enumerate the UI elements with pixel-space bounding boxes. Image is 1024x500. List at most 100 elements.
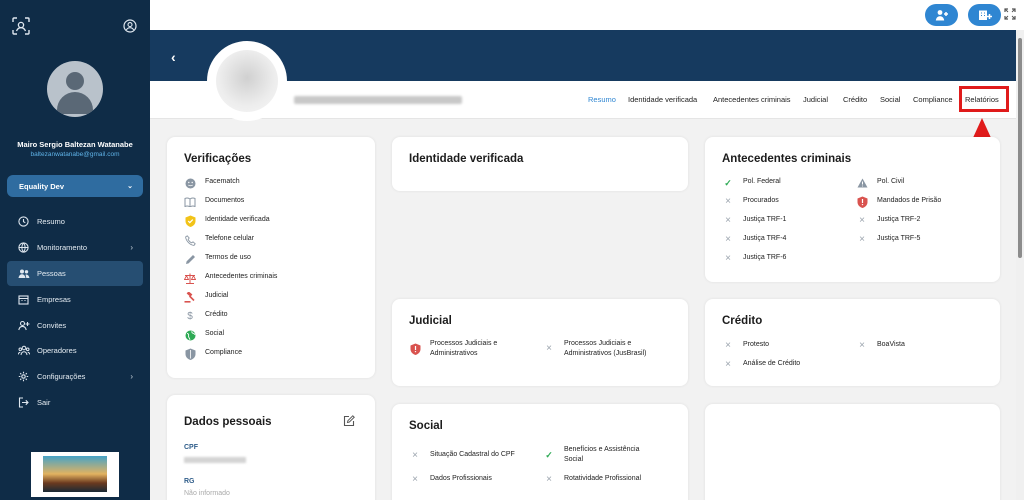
item-label: Pol. Civil: [877, 178, 905, 185]
account-icon[interactable]: [123, 19, 137, 33]
identidade-verificada-card: Identidade verificada: [392, 137, 688, 191]
sidebar-item-pessoas[interactable]: Pessoas: [7, 260, 143, 287]
phone-icon: [184, 234, 196, 246]
organization-select[interactable]: Equality Dev ⌄: [7, 175, 143, 197]
item-label: Telefone celular: [205, 235, 255, 242]
sidebar-item-sair[interactable]: Sair: [7, 390, 143, 416]
list-item[interactable]: × Rotatividade Profissional: [543, 474, 641, 486]
topbar: [150, 0, 1024, 30]
list-item[interactable]: Pol. Civil: [856, 177, 904, 189]
sidebar-item-monitoramento[interactable]: Monitoramento ›: [7, 235, 143, 261]
list-item[interactable]: × Processos Judiciais e Administrativos (…: [543, 339, 646, 359]
sidebar-item-operadores[interactable]: Operadores: [7, 338, 143, 364]
scrollbar[interactable]: [1016, 30, 1024, 500]
rg-label: RG: [184, 478, 195, 485]
list-item[interactable]: Compliance: [184, 348, 242, 360]
add-person-icon: [935, 10, 948, 21]
list-item[interactable]: Termos de uso: [184, 253, 251, 265]
list-item[interactable]: × Justiça TRF-4: [722, 234, 786, 246]
list-item[interactable]: × Procurados: [722, 196, 779, 208]
globe-icon: [17, 242, 30, 253]
add-company-button[interactable]: [968, 4, 1001, 26]
list-item[interactable]: ✓ Benefícios e Assistência Social: [543, 445, 639, 465]
card-title: Identidade verificada: [409, 153, 524, 165]
face-scan-icon[interactable]: [12, 17, 30, 35]
user-name: Mairo Sergio Baltezan Watanabe: [17, 140, 133, 149]
sidebar-item-resumo[interactable]: Resumo: [7, 209, 143, 235]
sidebar-item-convites[interactable]: Convites: [7, 312, 143, 338]
item-label-line2: Administrativos: [430, 350, 478, 357]
edit-icon[interactable]: [343, 415, 355, 427]
compliance-card: [705, 404, 1000, 500]
item-label: Protesto: [743, 341, 770, 348]
list-item[interactable]: × Protesto: [722, 340, 769, 352]
list-item[interactable]: × BoaVista: [856, 340, 905, 352]
organization-label: Equality Dev: [19, 182, 65, 191]
card-title: Judicial: [409, 315, 452, 327]
x-icon: ×: [546, 474, 552, 485]
back-arrow-icon[interactable]: ‹: [171, 49, 176, 65]
tab-resumo[interactable]: Resumo: [588, 95, 616, 104]
warning-icon: [856, 177, 868, 189]
sidebar-item-configuracoes[interactable]: Configurações ›: [7, 364, 143, 390]
list-item[interactable]: × Situação Cadastral do CPF: [409, 450, 515, 462]
building-icon: [17, 294, 30, 305]
sidebar-item-label: Empresas: [37, 294, 71, 304]
item-label: Crédito: [205, 311, 228, 318]
list-item[interactable]: Judicial: [184, 291, 228, 303]
dados-pessoais-card: Dados pessoais CPF RG Não informado: [167, 395, 375, 500]
item-label: Justiça TRF-2: [877, 216, 921, 223]
tab-judicial[interactable]: Judicial: [803, 95, 828, 104]
x-icon: ×: [546, 343, 552, 354]
list-item[interactable]: $ Crédito: [184, 310, 228, 322]
item-label: Processos Judiciais e: [430, 340, 498, 347]
item-label: Pol. Federal: [743, 178, 781, 185]
item-label: Social: [205, 330, 225, 337]
face-icon: [184, 177, 196, 189]
sidebar-item-empresas[interactable]: Empresas: [7, 286, 143, 312]
list-item[interactable]: Social: [184, 329, 224, 341]
chevron-right-icon: ›: [130, 243, 133, 253]
sidebar-item-label: Monitoramento: [37, 243, 88, 253]
list-item[interactable]: Telefone celular: [184, 234, 254, 246]
add-person-button[interactable]: [925, 4, 958, 26]
list-item[interactable]: × Análise de Crédito: [722, 359, 800, 371]
tab-identidade-verificada[interactable]: Identidade verificada: [628, 95, 697, 104]
list-item[interactable]: × Justiça TRF-5: [856, 234, 920, 246]
list-item[interactable]: Identidade verificada: [184, 215, 270, 227]
x-icon: ×: [859, 340, 865, 351]
antecedentes-card: Antecedentes criminais ✓ Pol. Federal × …: [705, 137, 1000, 282]
fullscreen-icon[interactable]: [1004, 8, 1016, 20]
x-icon: ×: [412, 474, 418, 485]
list-item[interactable]: Facematch: [184, 177, 240, 189]
sidebar-item-label: Configurações: [37, 372, 86, 382]
list-item[interactable]: × Dados Profissionais: [409, 474, 492, 486]
item-label: Procurados: [743, 197, 779, 204]
item-label: Justiça TRF-4: [743, 235, 787, 242]
list-item[interactable]: ✓ Pol. Federal: [722, 177, 781, 189]
tab-credito[interactable]: Crédito: [843, 95, 867, 104]
list-item[interactable]: × Justiça TRF-6: [722, 253, 786, 265]
card-title: Crédito: [722, 315, 763, 327]
item-label: Facematch: [205, 178, 240, 185]
logout-icon: [17, 397, 30, 408]
verificacoes-card: Verificações Facematch Documentos Identi…: [167, 137, 375, 378]
list-item[interactable]: Processos Judiciais e Administrativos: [409, 339, 497, 359]
tab-social[interactable]: Social: [880, 95, 900, 104]
sidebar-item-label: Convites: [37, 320, 67, 330]
shield-alert-icon: [856, 196, 868, 208]
list-item[interactable]: × Justiça TRF-1: [722, 215, 786, 227]
list-item[interactable]: Documentos: [184, 196, 244, 208]
clock-icon: [17, 216, 30, 228]
pen-icon: [184, 253, 196, 265]
card-title: Social: [409, 420, 443, 432]
tab-antecedentes-criminais[interactable]: Antecedentes criminais: [713, 95, 791, 104]
tab-compliance[interactable]: Compliance: [913, 95, 953, 104]
sidebar-item-label: Resumo: [37, 217, 65, 227]
item-label: Compliance: [205, 349, 242, 356]
document-icon: [184, 196, 196, 208]
list-item[interactable]: Mandados de Prisão: [856, 196, 941, 208]
list-item[interactable]: Antecedentes criminais: [184, 272, 277, 284]
list-item[interactable]: × Justiça TRF-2: [856, 215, 920, 227]
item-label: Antecedentes criminais: [205, 273, 278, 280]
